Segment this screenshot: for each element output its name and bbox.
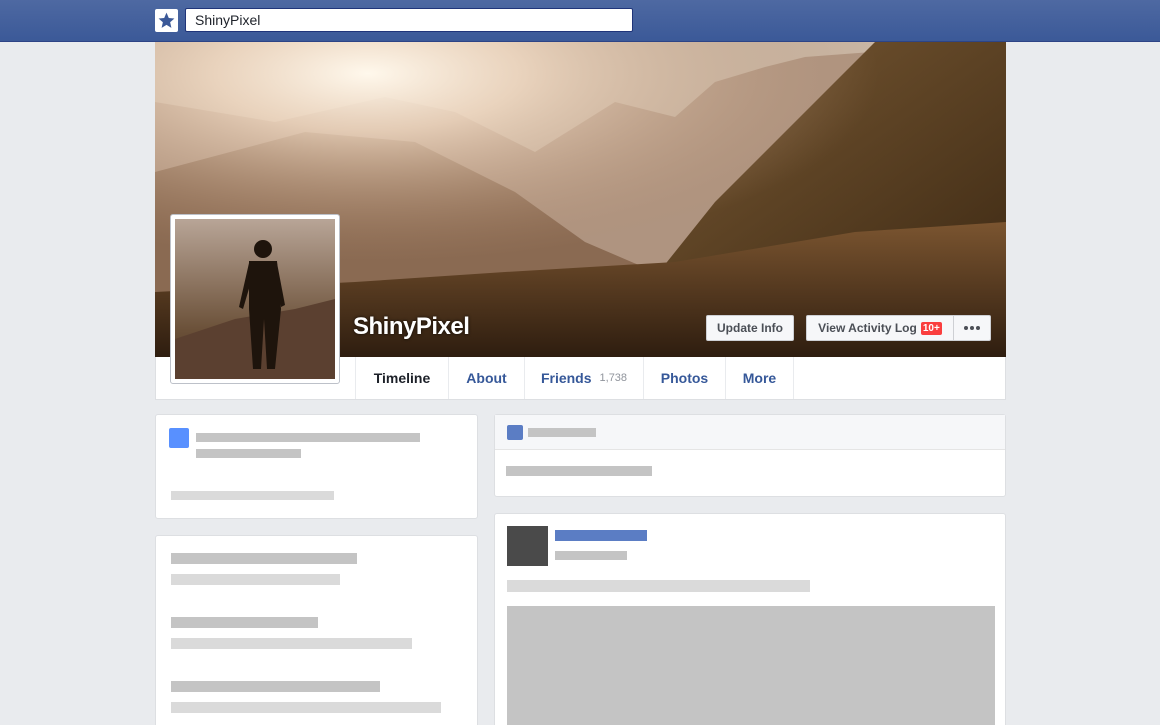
update-info-button[interactable]: Update Info [706,315,794,341]
intro-icon [169,428,189,448]
tab-timeline[interactable]: Timeline [356,357,449,399]
activity-log-label: View Activity Log [818,321,917,335]
composer-icon [507,425,523,440]
placeholder-line [196,433,420,442]
tab-friends[interactable]: Friends 1,738 [525,357,644,399]
placeholder-line [171,553,357,564]
placeholder-line [171,681,380,692]
placeholder-line [506,466,652,476]
ellipsis-icon [964,326,980,330]
composer-card[interactable] [494,414,1006,497]
intro-card [155,414,478,519]
activity-badge: 10+ [920,321,942,335]
placeholder-line [171,702,441,713]
tab-photos-label: Photos [660,370,709,386]
tab-about-label: About [466,370,507,386]
placeholder-line [507,580,810,592]
placeholder-line [196,449,301,458]
search-input[interactable]: ShinyPixel [185,8,633,32]
activity-log-button[interactable]: View Activity Log 10+ [806,315,954,341]
placeholder-line [171,574,340,585]
tab-timeline-label: Timeline [373,370,431,386]
tab-friends-label: Friends [540,370,592,386]
profile-picture[interactable] [170,214,340,384]
tab-more-label: More [742,370,777,386]
more-options-button[interactable] [953,315,991,341]
avatar[interactable] [507,526,548,566]
profile-name[interactable]: ShinyPixel [353,313,470,341]
update-info-label: Update Info [717,321,783,335]
placeholder-line [171,638,412,649]
tab-more[interactable]: More [726,357,794,399]
about-card [155,535,478,725]
post-image-placeholder[interactable] [507,606,995,725]
placeholder-line [171,491,334,500]
placeholder-line [171,617,318,628]
placeholder-line [528,428,596,437]
tab-photos[interactable]: Photos [644,357,726,399]
top-bar: ShinyPixel [0,0,1160,42]
post-author-placeholder[interactable] [555,530,647,541]
friends-count: 1,738 [599,372,628,384]
tab-about[interactable]: About [449,357,525,399]
home-icon[interactable] [155,9,178,32]
post-card [494,513,1006,725]
post-time-placeholder [555,551,627,560]
